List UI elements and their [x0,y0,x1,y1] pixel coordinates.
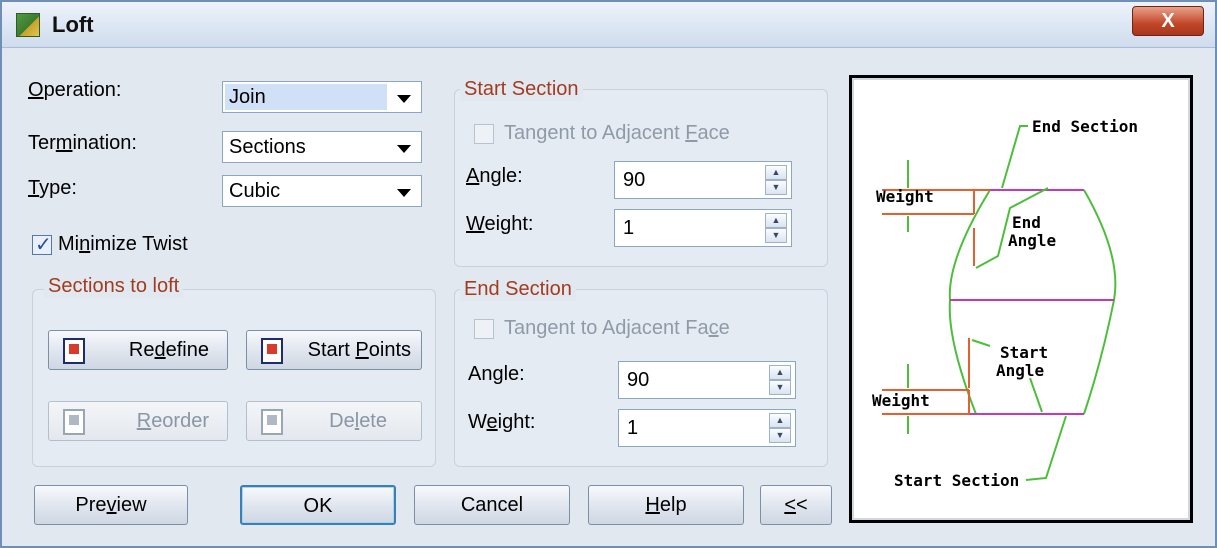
loft-diagram-panel: End Section Weight End Angle Start Angle… [849,75,1193,523]
start-angle-spinner[interactable]: 90 ▲ ▼ [614,161,792,199]
diagram-label-end-section: End Section [1032,117,1138,136]
end-tangent-checkbox[interactable] [474,319,494,339]
sections-to-loft-title: Sections to loft [44,275,184,298]
start-weight-label: Weight: [466,213,534,235]
start-angle-leader-bottom [1029,377,1043,413]
start-weight-spinner[interactable]: 1 ▲ ▼ [614,209,792,247]
dropdown-arrow-icon [397,145,411,153]
help-button[interactable]: Help [588,485,744,525]
diagram-label-end-angle-1: End [1012,213,1041,232]
cancel-button[interactable]: Cancel [414,485,570,525]
spin-down-icon[interactable]: ▼ [769,428,791,443]
end-angle-value: 90 [627,369,650,391]
end-angle-spinner[interactable]: 90 ▲ ▼ [618,361,796,399]
reorder-button[interactable]: Reorder [48,401,228,441]
diagram-label-weight-top: Weight [876,187,934,206]
start-tangent-label: Tangent to Adjacent Face [504,122,730,144]
delete-icon [261,409,283,435]
end-tangent-label: Tangent to Adjacent Face [504,317,730,339]
loft-app-icon [16,13,40,37]
spin-up-icon[interactable]: ▲ [765,165,787,180]
minimize-twist-label[interactable]: Minimize Twist [58,233,188,256]
redefine-button[interactable]: Redefine [48,330,228,370]
dialog-body: Operation: Join Termination: Sections Ty… [2,49,1215,546]
end-angle-label: Angle: [468,363,525,385]
spin-down-icon[interactable]: ▼ [765,180,787,195]
spin-down-icon[interactable]: ▼ [765,228,787,243]
type-value: Cubic [229,180,281,202]
spin-up-icon[interactable]: ▲ [769,413,791,428]
start-points-button[interactable]: Start Points [246,330,422,370]
diagram-label-weight-bottom: Weight [872,391,930,410]
diagram-label-start-angle-2: Angle [996,361,1044,380]
diagram-label-end-angle-2: Angle [1008,231,1056,250]
ok-button[interactable]: OK [240,485,396,525]
end-section-leader [1001,125,1028,189]
operation-value: Join [229,86,266,108]
dropdown-arrow-icon [397,189,411,197]
end-weight-value: 1 [627,417,639,439]
operation-label: Operation: [28,79,122,101]
termination-dropdown[interactable]: Sections [222,131,422,163]
collapse-button[interactable]: << [760,485,832,525]
start-weight-value: 1 [623,217,635,239]
reorder-icon [63,409,85,435]
spin-up-icon[interactable]: ▲ [765,213,787,228]
start-section-title: Start Section [460,78,583,101]
type-label: Type: [28,177,77,199]
diagram-label-start-angle-1: Start [1000,343,1048,362]
start-angle-label: Angle: [466,165,523,187]
termination-label: Termination: [28,132,137,154]
preview-button[interactable]: Preview [34,485,188,525]
loft-diagram: End Section Weight End Angle Start Angle… [872,117,1138,490]
minimize-twist-checkbox[interactable]: ✓ [32,234,52,256]
end-weight-label: Weight: [468,411,536,433]
close-button[interactable]: X [1132,6,1204,36]
title-bar[interactable]: Loft X [2,2,1215,48]
start-angle-value: 90 [623,169,646,191]
start-points-icon [261,338,283,364]
spin-down-icon[interactable]: ▼ [769,380,791,395]
start-section-leader [1025,415,1067,481]
spin-up-icon[interactable]: ▲ [769,365,791,380]
start-angle-leader-top [971,339,991,347]
window-title: Loft [52,12,94,37]
dropdown-arrow-icon [397,95,411,103]
operation-dropdown[interactable]: Join [222,81,422,113]
start-tangent-checkbox[interactable] [474,124,494,144]
right-profile-curve [1083,189,1117,415]
type-dropdown[interactable]: Cubic [222,175,422,207]
termination-value: Sections [229,136,306,158]
delete-button[interactable]: Delete [246,401,422,441]
checkmark-icon: ✓ [35,234,52,256]
end-weight-spinner[interactable]: 1 ▲ ▼ [618,409,796,447]
redefine-icon [63,338,85,364]
end-section-title: End Section [460,278,576,301]
loft-dialog: Loft X Operation: Join Termination: Sect… [0,0,1217,548]
diagram-label-start-section: Start Section [894,471,1019,490]
